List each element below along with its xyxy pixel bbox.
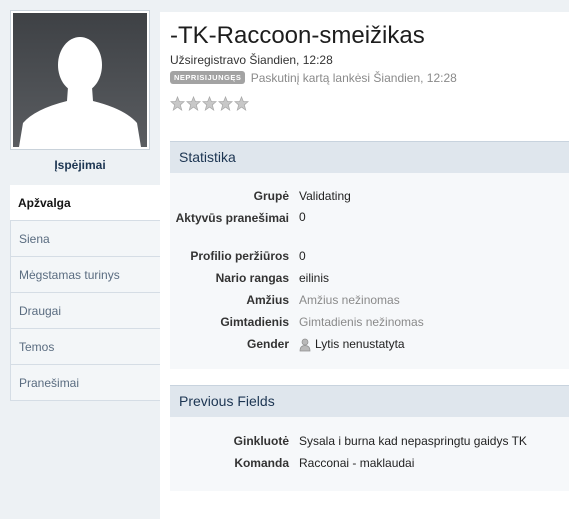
stat-value: 0 xyxy=(299,210,306,224)
rating-stars[interactable] xyxy=(170,96,250,114)
tab-topics[interactable]: Temos xyxy=(10,329,160,365)
stat-label: Gimtadienis xyxy=(220,315,289,329)
stat-label: Aktyvūs pranešimai xyxy=(175,211,289,225)
stat-value: eilinis xyxy=(299,271,330,285)
star-icon[interactable] xyxy=(186,96,201,111)
stat-value: 0 xyxy=(299,249,306,263)
stat-value: Validating xyxy=(299,189,351,203)
tab-wall[interactable]: Siena xyxy=(10,221,160,257)
avatar[interactable] xyxy=(13,13,147,147)
tab-overview[interactable]: Apžvalga xyxy=(10,185,160,221)
field-label: Ginkluotė xyxy=(233,434,289,448)
stat-label: Nario rangas xyxy=(215,271,289,285)
tab-friends[interactable]: Draugai xyxy=(10,293,160,329)
stat-value: Lytis nenustatyta xyxy=(299,337,405,352)
registered-date: Užsiregistravo Šiandien, 12:28 xyxy=(170,53,333,67)
user-silhouette-icon xyxy=(13,13,147,147)
previous-fields-header: Previous Fields xyxy=(170,385,569,417)
field-value: Sysala i burna kad nepaspringtu gaidys T… xyxy=(299,434,527,448)
star-icon[interactable] xyxy=(234,96,249,111)
star-icon[interactable] xyxy=(202,96,217,111)
avatar-frame xyxy=(10,10,150,150)
stat-value: Amžius nežinomas xyxy=(299,293,400,307)
field-label: Komanda xyxy=(234,456,289,470)
warnings-link[interactable]: Įspėjimai xyxy=(10,158,150,172)
statistics-header: Statistika xyxy=(170,141,569,173)
stat-label: Profilio peržiūros xyxy=(190,249,289,263)
previous-fields-body: Ginkluotė Sysala i burna kad nepaspringt… xyxy=(170,417,569,491)
last-visit: Paskutinį kartą lankėsi Šiandien, 12:28 xyxy=(250,70,457,85)
stat-label: Grupė xyxy=(253,189,289,203)
star-icon[interactable] xyxy=(170,96,185,111)
star-icon[interactable] xyxy=(218,96,233,111)
profile-tabs: Apžvalga Siena Mėgstamas turinys Draugai… xyxy=(10,185,160,401)
stat-label: Gender xyxy=(246,337,289,351)
gender-value: Lytis nenustatyta xyxy=(315,337,405,351)
stat-label: Amžius xyxy=(246,293,289,307)
tab-posts[interactable]: Pranešimai xyxy=(10,365,160,401)
gender-unknown-icon xyxy=(299,338,311,352)
field-value: Racconai - maklaudai xyxy=(299,456,415,470)
profile-sidebar: Įspėjimai Apžvalga Siena Mėgstamas turin… xyxy=(0,0,160,519)
statistics-body: Grupė Validating Aktyvūs pranešimai 0 Pr… xyxy=(170,173,569,369)
status-row: NEPRISIJUNGĘS Paskutinį kartą lankėsi Ši… xyxy=(170,70,457,85)
profile-main: -TK-Raccoon-smeižikas Užsiregistravo Šia… xyxy=(160,12,569,519)
tab-liked-content[interactable]: Mėgstamas turinys xyxy=(10,257,160,293)
stat-value: Gimtadienis nežinomas xyxy=(299,315,424,329)
status-badge: NEPRISIJUNGĘS xyxy=(170,71,246,85)
profile-name: -TK-Raccoon-smeižikas xyxy=(170,22,425,49)
